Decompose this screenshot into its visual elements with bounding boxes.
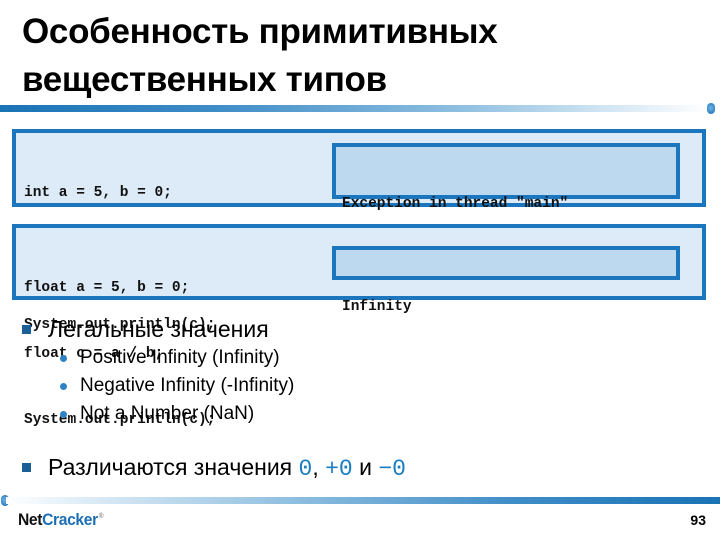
slide-title-line-2: вещественных типов [22, 60, 387, 99]
output-line: Exception in thread "main" [342, 196, 569, 212]
bullet-distinct-values: Различаются значения 0, +0 и −0 [22, 452, 406, 484]
sub-bullet-text: Not a Number (NaN) [80, 403, 255, 424]
zero-value: 0 [298, 456, 313, 482]
bullet-text: Легальные значения [48, 316, 269, 342]
sub-bullet-negative-infinity: Negative Infinity (-Infinity) [60, 373, 295, 399]
output-line: Infinity [342, 299, 412, 315]
round-bullet-icon [60, 383, 67, 390]
logo-cracker: Cracker [42, 510, 98, 529]
slide-title-line-1: Особенность примитивных [22, 12, 498, 51]
code-line: int a = 5, b = 0; [24, 185, 172, 201]
sub-bullet-nan: Not a Number (NaN) [60, 401, 255, 427]
bottom-divider [6, 497, 720, 504]
bullet-text-prefix: Различаются значения [48, 454, 299, 480]
top-divider [0, 105, 708, 112]
sub-bullet-positive-infinity: Positive Infinity (Infinity) [60, 345, 280, 371]
separator: и [352, 454, 379, 480]
int-division-example: int a = 5, b = 0; int c = a / b; System.… [12, 129, 706, 333]
slide-title: Особенность примитивных вещественных тип… [22, 8, 702, 104]
registered-mark-icon: ® [98, 513, 104, 521]
negative-zero-value: −0 [378, 456, 406, 482]
round-bullet-icon [60, 355, 67, 362]
square-bullet-icon [22, 463, 31, 472]
output-text: Infinity [342, 252, 412, 362]
sub-bullet-text: Negative Infinity (-Infinity) [80, 375, 295, 396]
logo-net: Net [18, 510, 43, 529]
float-division-example: float a = 5, b = 0; float c = a / b; Sys… [12, 224, 706, 428]
code-line: float a = 5, b = 0; [24, 280, 190, 296]
page-number: 93 [690, 512, 706, 528]
netcracker-logo: NetCracker® [18, 510, 103, 530]
bullet-legal-values: Легальные значения [22, 314, 269, 344]
top-divider-dot-icon [707, 103, 715, 114]
positive-zero-value: +0 [325, 456, 353, 482]
round-bullet-icon [60, 411, 67, 418]
separator: , [312, 454, 326, 480]
sub-bullet-text: Positive Infinity (Infinity) [80, 347, 280, 368]
output-box: Exception in thread "main" java.lang.Ari… [332, 143, 680, 278]
output-box: Infinity [332, 246, 680, 315]
square-bullet-icon [22, 325, 31, 334]
